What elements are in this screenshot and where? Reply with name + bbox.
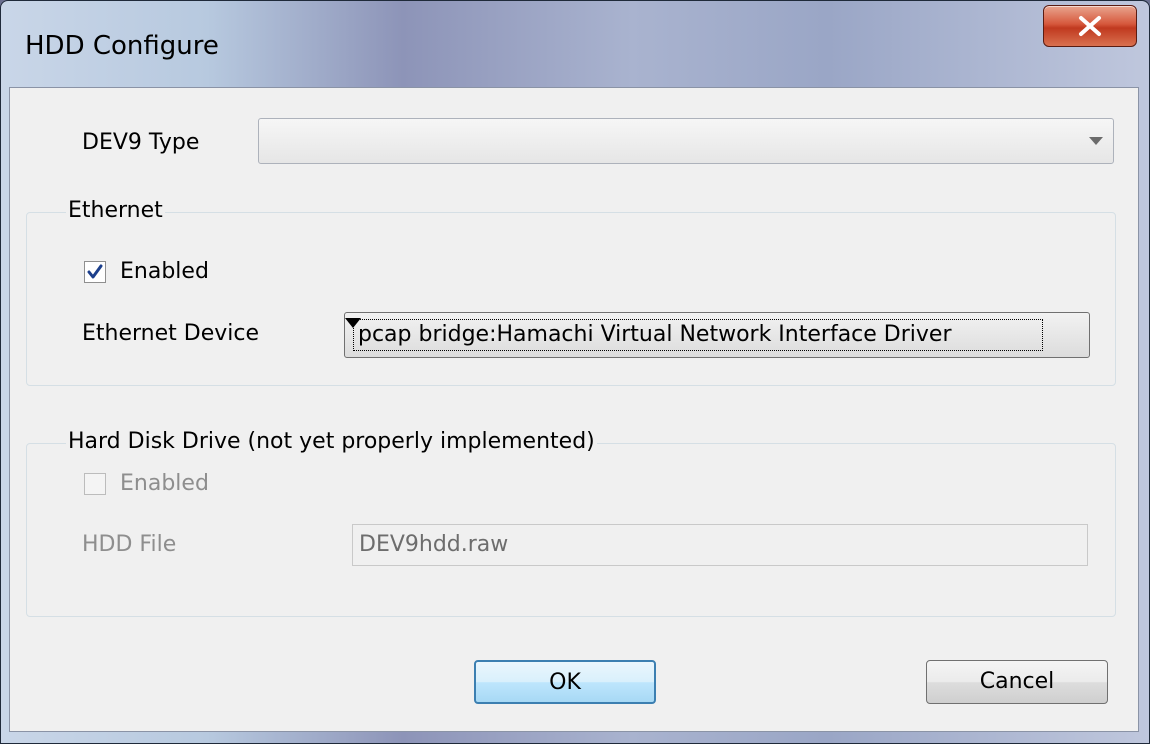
ethernet-group (26, 212, 1116, 386)
ethernet-enabled-label: Enabled (120, 259, 209, 284)
ethernet-device-dropdown[interactable]: pcap bridge:Hamachi Virtual Network Inte… (344, 312, 1090, 358)
hdd-file-label: HDD File (82, 532, 177, 557)
hdd-enabled-label: Enabled (120, 471, 209, 496)
hdd-file-input[interactable]: DEV9hdd.raw (352, 524, 1088, 566)
cancel-button[interactable]: Cancel (926, 660, 1108, 704)
dialog-window: HDD Configure DEV9 Type Ethernet Enabled… (0, 0, 1150, 744)
dev9-type-dropdown[interactable] (258, 118, 1114, 164)
hdd-enabled-checkbox[interactable] (84, 473, 106, 495)
close-icon (1079, 16, 1101, 36)
checkmark-icon (87, 264, 103, 279)
ethernet-device-label: Ethernet Device (82, 321, 259, 346)
hdd-group-label: Hard Disk Drive (not yet properly implem… (66, 429, 597, 454)
ok-button[interactable]: OK (474, 660, 656, 704)
close-button[interactable] (1043, 5, 1137, 47)
dev9-type-label: DEV9 Type (82, 130, 200, 155)
ethernet-enabled-checkbox[interactable] (84, 261, 106, 283)
window-title: HDD Configure (25, 31, 219, 61)
ethernet-group-label: Ethernet (66, 198, 165, 223)
chevron-down-icon (1089, 137, 1103, 145)
dialog-client-area: DEV9 Type Ethernet Enabled Ethernet Devi… (9, 87, 1139, 732)
title-bar[interactable]: HDD Configure (1, 1, 1149, 87)
ethernet-device-value: pcap bridge:Hamachi Virtual Network Inte… (353, 319, 1043, 351)
